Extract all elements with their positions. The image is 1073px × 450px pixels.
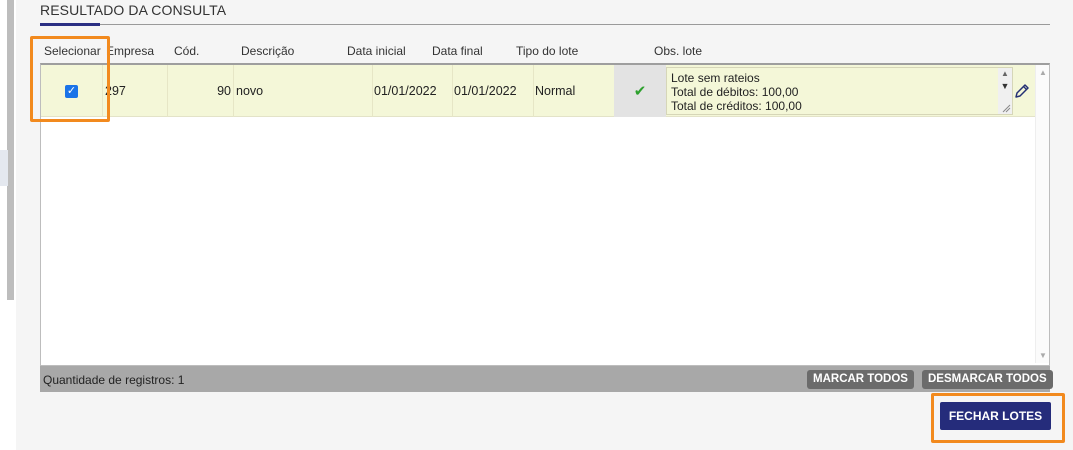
obs-line: Total de créditos: 100,00 [671,99,802,113]
header-tipo-lote[interactable]: Tipo do lote [516,44,578,58]
header-data-final[interactable]: Data final [432,44,483,58]
obs-lote-textarea[interactable]: Lote sem rateios Total de débitos: 100,0… [666,67,1013,115]
record-count-label: Quantidade de registros: [43,373,175,387]
edit-pencil-icon[interactable] [1013,82,1031,100]
title-underline [40,23,100,26]
obs-scrollbar[interactable]: ▲ ▼ [998,68,1012,114]
header-selecionar[interactable]: Selecionar [44,44,101,58]
header-empresa[interactable]: Empresa [106,44,154,58]
grid-footer: Quantidade de registros: 1 MARCAR TODOS … [40,366,1053,392]
left-scrollbar[interactable] [7,0,14,300]
left-panel-marker [0,150,8,186]
checkmark-icon: ✔ [633,83,647,100]
header-descricao[interactable]: Descrição [241,44,294,58]
record-count-value: 1 [177,373,185,387]
table-row[interactable]: ✓ 297 90 novo 01/01/2022 01/01/2022 Norm… [41,65,1036,117]
cell-data-inicial: 01/01/2022 [374,84,437,98]
record-count: Quantidade de registros: 1 [43,373,184,387]
header-cod[interactable]: Cód. [174,44,199,58]
section-title: RESULTADO DA CONSULTA [40,2,227,18]
results-grid: ✓ 297 90 novo 01/01/2022 01/01/2022 Norm… [40,63,1050,366]
left-panel [0,0,16,450]
resize-grip-icon[interactable] [1002,104,1011,113]
cell-cod: 90 [217,84,231,98]
cell-empresa: 297 [105,84,126,98]
header-data-inicial[interactable]: Data inicial [347,44,406,58]
obs-line: Total de débitos: 100,00 [671,85,799,99]
select-cell: ✓ [65,65,78,117]
grid-scrollbar[interactable]: ▲ ▼ [1035,65,1049,363]
scroll-down-icon[interactable]: ▼ [998,81,1012,91]
grid-scroll-up-icon[interactable]: ▲ [1036,68,1050,77]
close-batches-button[interactable]: FECHAR LOTES [940,402,1051,430]
unmark-all-button[interactable]: DESMARCAR TODOS [922,370,1053,389]
status-cell: ✔ [614,65,666,117]
header-obs-lote[interactable]: Obs. lote [654,44,702,58]
obs-line: Lote sem rateios [671,71,760,85]
grid-scroll-down-icon[interactable]: ▼ [1036,351,1050,360]
mark-all-button[interactable]: MARCAR TODOS [807,370,914,389]
title-divider [40,24,1050,25]
scroll-up-icon[interactable]: ▲ [998,69,1012,79]
select-checkbox[interactable]: ✓ [65,84,78,98]
cell-tipo-lote: Normal [535,84,576,98]
column-headers: Selecionar Empresa Cód. Descrição Data i… [40,44,1040,60]
cell-data-final: 01/01/2022 [454,84,517,98]
cell-descricao: novo [236,84,264,98]
